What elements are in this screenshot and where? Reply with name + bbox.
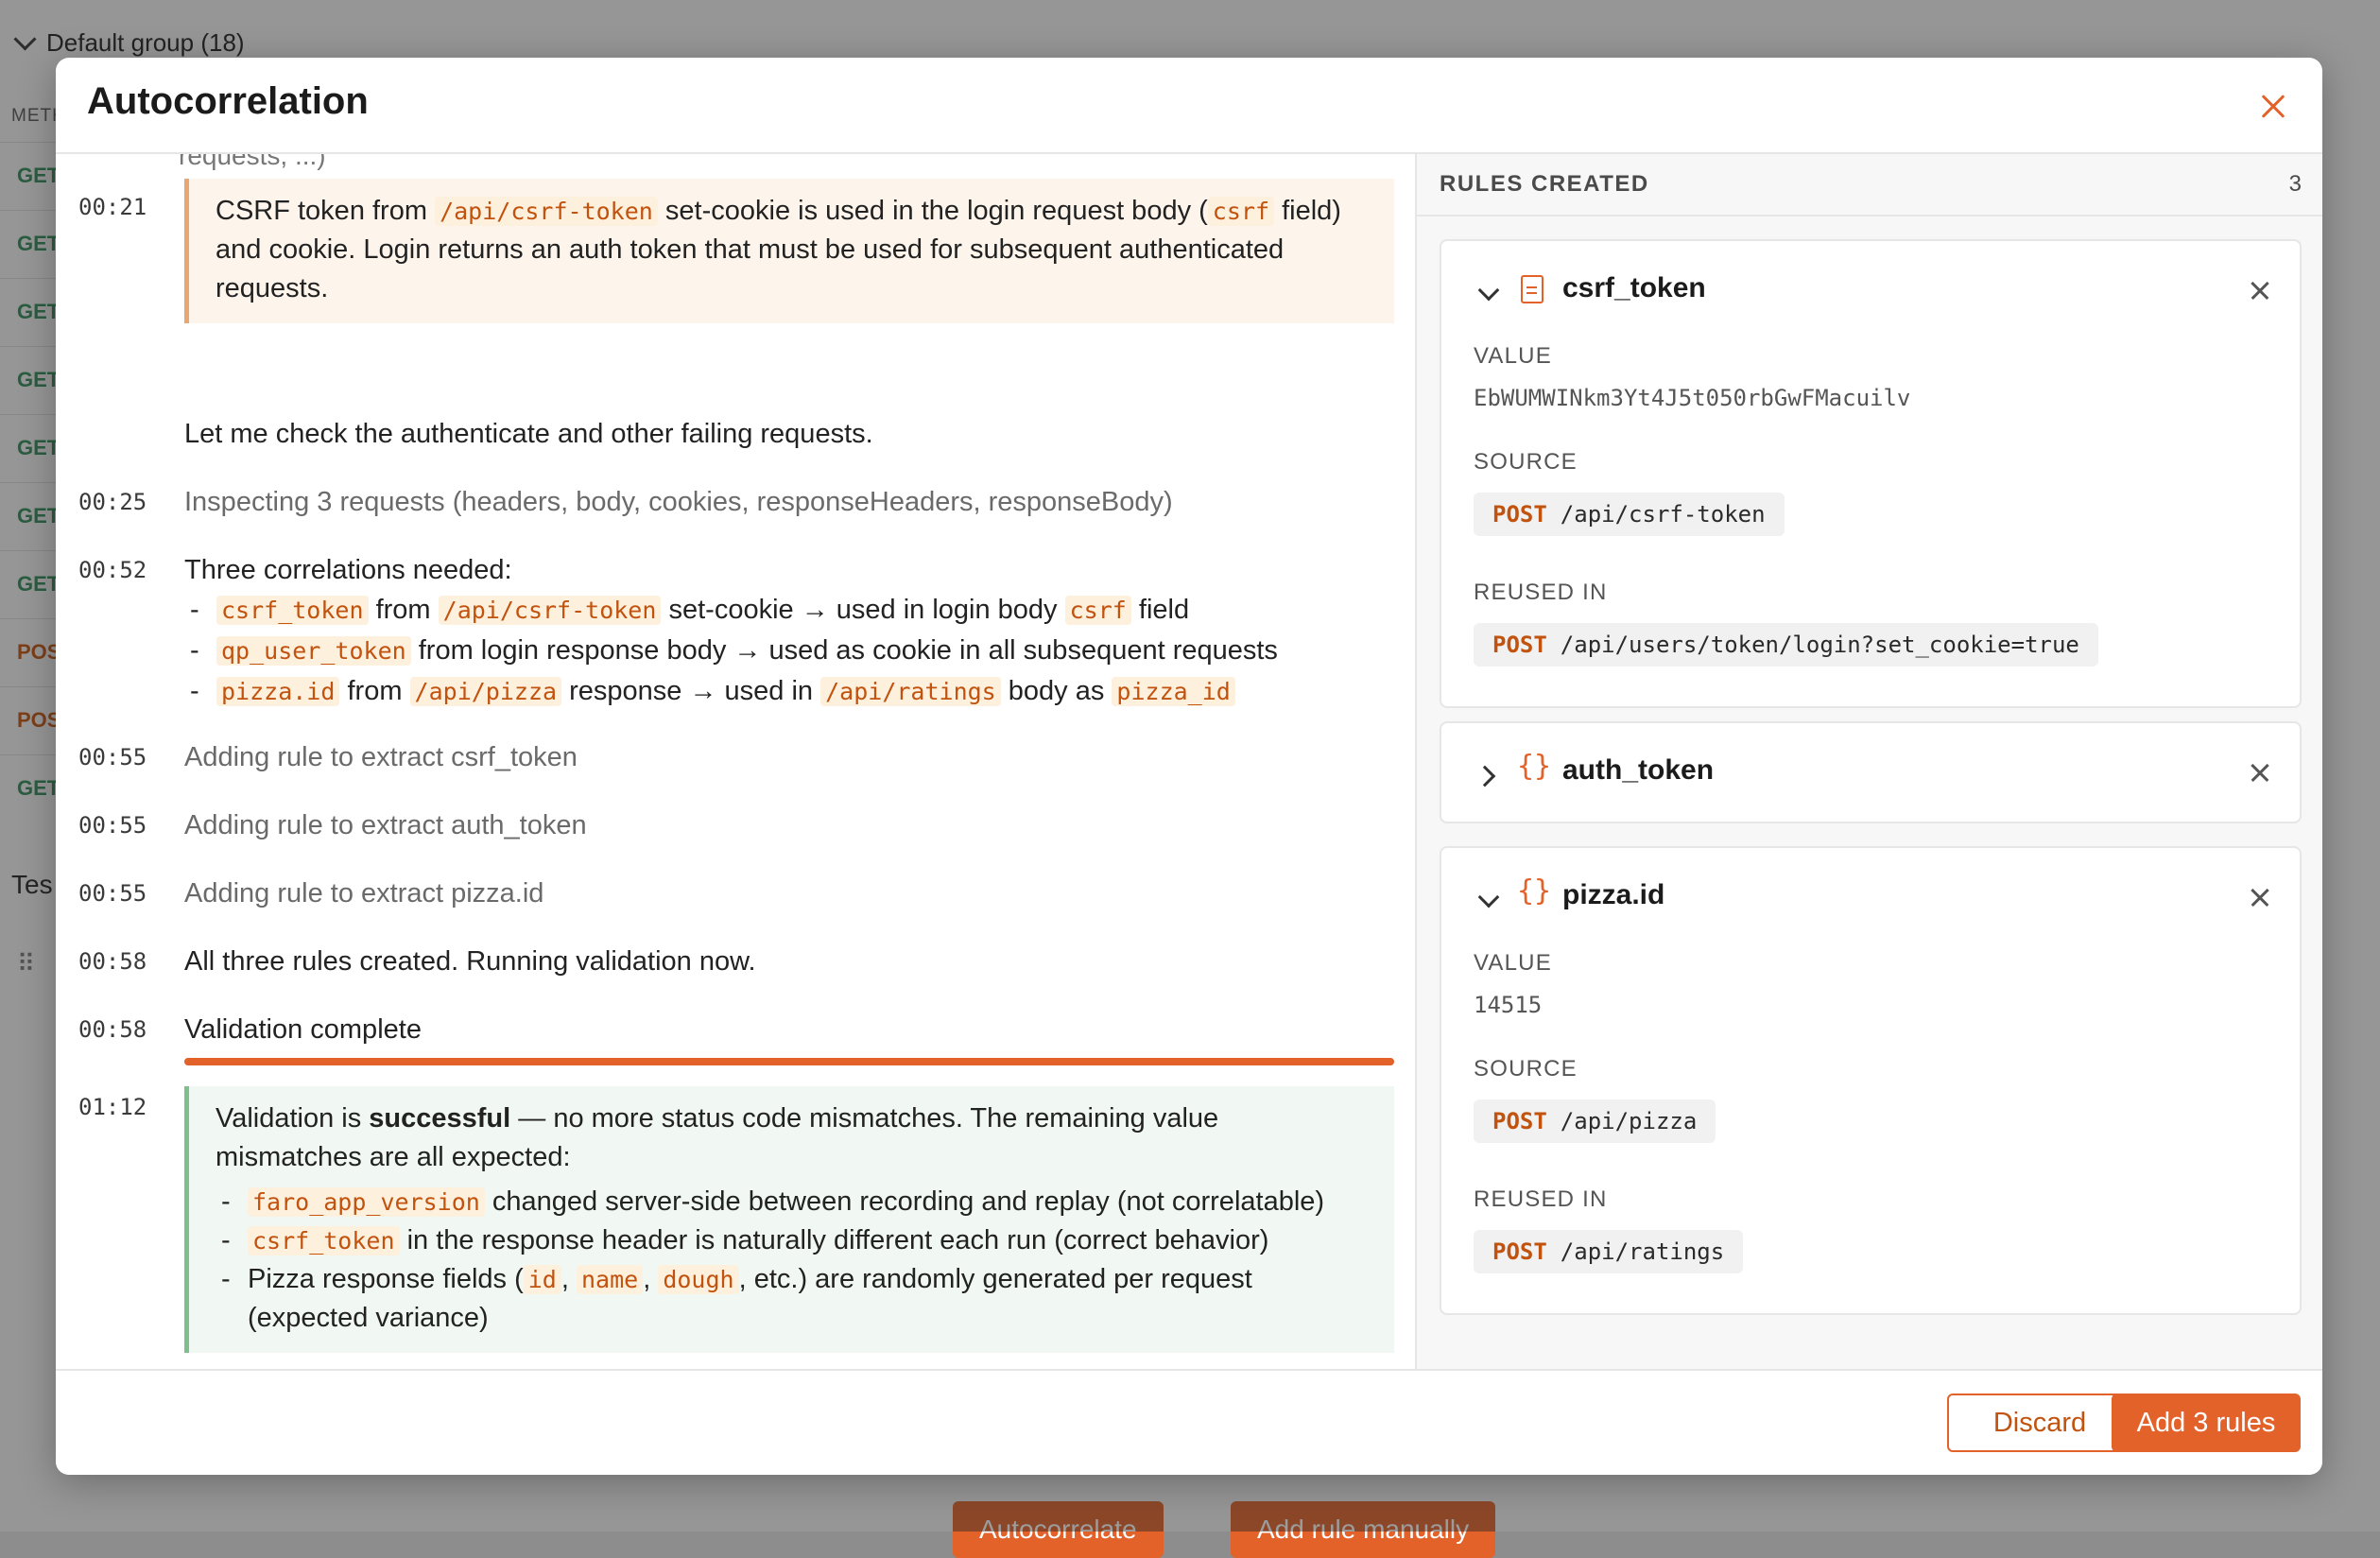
log-message: Adding rule to extract pizza.id	[184, 878, 544, 909]
rule-name: pizza.id	[1562, 879, 1665, 910]
log-timestamp: 01:12	[78, 1094, 147, 1120]
rule-value: EbWUMWINkm3Yt4J5t050rbGwFMacuilv	[1474, 385, 1911, 411]
chevron-right-icon[interactable]	[1474, 765, 1496, 788]
log-timestamp: 00:21	[78, 194, 147, 220]
rules-title: RULES CREATED	[1440, 171, 1649, 197]
dialog-footer: Discard Add 3 rules	[56, 1369, 2322, 1475]
chevron-down-icon[interactable]	[1477, 886, 1500, 909]
rule-name: auth_token	[1562, 754, 1715, 786]
source-request: POST /api/pizza	[1474, 1099, 1716, 1143]
list-item: csrf_token in the response header is nat…	[216, 1221, 1370, 1260]
dialog-header: Autocorrelation	[56, 58, 2322, 154]
autocorrelation-log[interactable]: requests, ...) 00:21 CSRF token from /ap…	[56, 154, 1415, 1370]
reused-in-label: REUSED IN	[1474, 580, 1608, 605]
close-icon[interactable]	[2254, 88, 2292, 126]
log-truncated-line: requests, ...)	[179, 154, 326, 170]
braces-icon: {}	[1517, 874, 1552, 908]
remove-rule-icon[interactable]	[2249, 886, 2271, 909]
correlation-list: csrf_token from /api/csrf-token set-cook…	[184, 590, 1394, 712]
value-label: VALUE	[1474, 950, 1552, 976]
rule-value: 14515	[1474, 992, 1543, 1018]
value-label: VALUE	[1474, 343, 1552, 369]
autocorrelation-dialog: Autocorrelation requests, ...) 00:21 CSR…	[56, 58, 2322, 1475]
log-timestamp: 00:52	[78, 557, 147, 583]
dialog-title: Autocorrelation	[87, 80, 369, 122]
source-request: POST /api/csrf-token	[1474, 493, 1785, 536]
log-timestamp: 00:58	[78, 948, 147, 975]
add-rules-button[interactable]: Add 3 rules	[2112, 1394, 2301, 1452]
log-message: Three correlations needed: csrf_token fr…	[184, 551, 1394, 712]
rule-card-pizza-id: {} pizza.id VALUE 14515 SOURCE POST /api…	[1440, 846, 2302, 1315]
log-timestamp: 00:55	[78, 812, 147, 839]
rule-card-header[interactable]: csrf_token	[1441, 241, 2300, 339]
source-label: SOURCE	[1474, 1056, 1578, 1082]
rules-header: RULES CREATED 3	[1417, 154, 2322, 216]
log-timestamp: 00:58	[78, 1016, 147, 1043]
log-timestamp: 00:55	[78, 880, 147, 907]
inline-code: /api/csrf-token	[435, 197, 658, 226]
rule-name: csrf_token	[1562, 272, 1706, 303]
log-message: All three rules created. Running validat…	[184, 946, 756, 977]
rules-panel: RULES CREATED 3 csrf_token VALUE EbWUMWI…	[1415, 154, 2322, 1370]
source-label: SOURCE	[1474, 449, 1578, 475]
log-timestamp: 00:25	[78, 489, 147, 515]
rule-card-header[interactable]: {} auth_token	[1441, 723, 2300, 822]
inline-code: csrf	[1207, 197, 1275, 226]
reused-request: POST /api/users/token/login?set_cookie=t…	[1474, 623, 2098, 666]
mismatch-list: faro_app_version changed server-side bet…	[216, 1183, 1370, 1338]
validation-progress-fill	[184, 1058, 1394, 1065]
list-item: csrf_token from /api/csrf-token set-cook…	[184, 590, 1394, 631]
remove-rule-icon[interactable]	[2249, 279, 2271, 302]
reused-request: POST /api/ratings	[1474, 1230, 1744, 1273]
list-item: faro_app_version changed server-side bet…	[216, 1183, 1370, 1221]
validation-result-callout: Validation is successful — no more statu…	[184, 1086, 1394, 1353]
discard-button[interactable]: Discard	[1947, 1394, 2132, 1452]
rule-card-header[interactable]: {} pizza.id	[1441, 848, 2300, 946]
chevron-down-icon[interactable]	[1477, 279, 1500, 302]
validation-progress-bar	[184, 1058, 1394, 1065]
log-callout: CSRF token from /api/csrf-token set-cook…	[184, 179, 1394, 323]
log-message: Adding rule to extract auth_token	[184, 810, 587, 840]
document-icon	[1521, 275, 1544, 303]
rules-count: 3	[2288, 171, 2302, 197]
remove-rule-icon[interactable]	[2249, 761, 2271, 784]
list-item: Pizza response fields (id, name, dough, …	[216, 1260, 1370, 1338]
rule-card-csrf-token: csrf_token VALUE EbWUMWINkm3Yt4J5t050rbG…	[1440, 239, 2302, 708]
list-item: qp_user_token from login response body →…	[184, 631, 1394, 671]
rule-card-auth-token: {} auth_token	[1440, 721, 2302, 823]
log-message: Inspecting 3 requests (headers, body, co…	[184, 487, 1173, 517]
log-message: Adding rule to extract csrf_token	[184, 742, 578, 772]
log-timestamp: 00:55	[78, 744, 147, 770]
log-message: Validation complete	[184, 1014, 422, 1045]
list-item: pizza.id from /api/pizza response → used…	[184, 671, 1394, 712]
log-message: Let me check the authenticate and other …	[184, 419, 873, 449]
braces-icon: {}	[1517, 750, 1552, 783]
reused-in-label: REUSED IN	[1474, 1186, 1608, 1212]
